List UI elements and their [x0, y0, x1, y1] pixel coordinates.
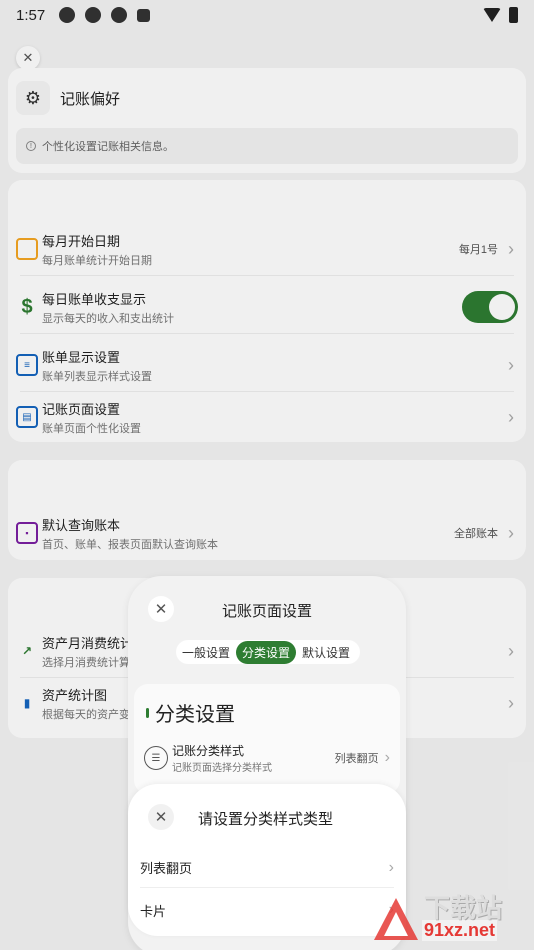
chevron-right-icon: ›: [388, 858, 394, 876]
option-label: 卡片: [140, 903, 167, 919]
tab-category[interactable]: 分类设置: [236, 640, 297, 664]
row-value: 列表翻页: [334, 753, 379, 765]
style-type-sheet: ✕ 请设置分类样式类型 列表翻页 › 卡片 ›: [128, 784, 406, 936]
section-title-text: 分类设置: [155, 704, 235, 726]
row-title: 记账分类样式: [172, 744, 245, 758]
watermark: 下载站 91xz.net: [370, 886, 530, 948]
category-style-icon: ☰: [144, 746, 168, 770]
row-subtitle: 记账页面选择分类样式: [172, 763, 272, 774]
watermark-url: 91xz.net: [422, 920, 498, 941]
chevron-right-icon: ›: [384, 749, 390, 766]
tab-general[interactable]: 一般设置: [176, 641, 236, 664]
option-card[interactable]: 卡片 ›: [140, 890, 394, 930]
option-label: 列表翻页: [140, 861, 193, 876]
settings-tabs: 一般设置 分类设置 默认设置: [176, 640, 360, 664]
section-accent-bar: [146, 707, 149, 718]
row-category-style[interactable]: ☰ 记账分类样式 记账页面选择分类样式 列表翻页 ›: [144, 738, 390, 778]
sheet-title: 记账页面设置: [221, 603, 312, 620]
watermark-logo-icon: [374, 898, 418, 940]
category-settings-card: 分类设置 ☰ 记账分类样式 记账页面选择分类样式 列表翻页 ›: [134, 684, 400, 794]
tab-default[interactable]: 默认设置: [296, 641, 356, 664]
option-list-paging[interactable]: 列表翻页 ›: [140, 848, 394, 888]
sheet-title: 请设置分类样式类型: [198, 811, 334, 828]
close-icon: ✕: [154, 809, 168, 826]
close-button[interactable]: ✕: [148, 804, 174, 830]
section-title-category: 分类设置: [146, 698, 235, 727]
